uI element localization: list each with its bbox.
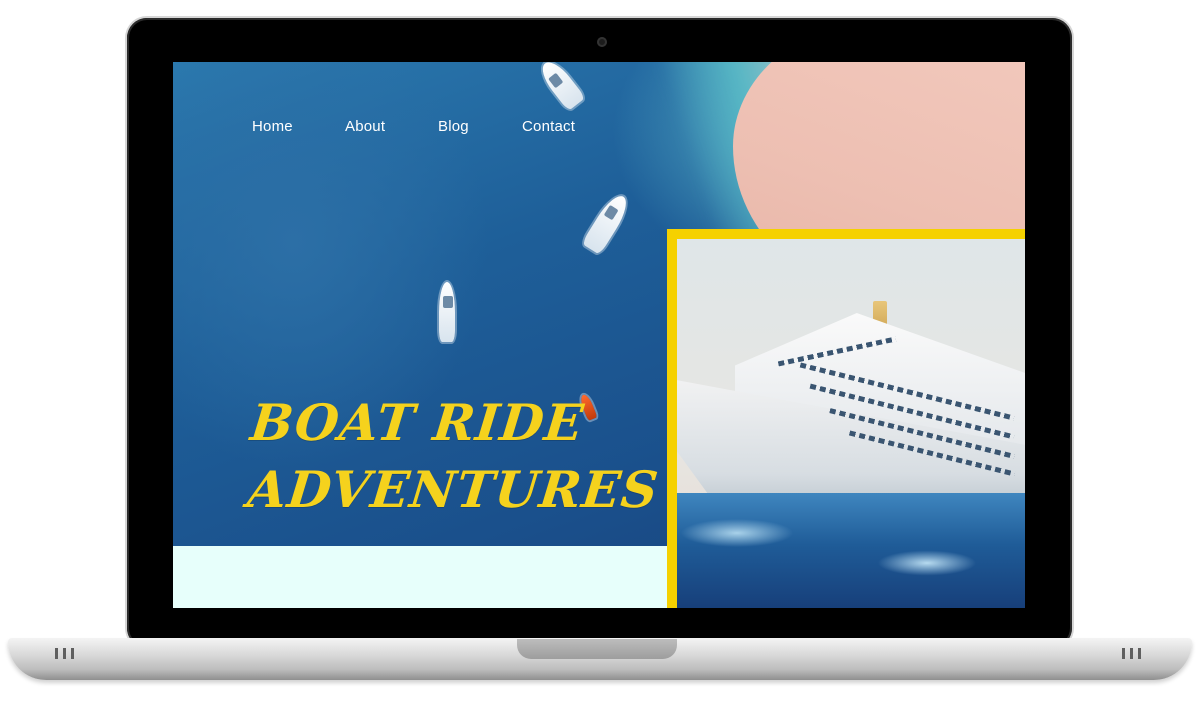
nav-home-link[interactable]: Home — [252, 118, 293, 135]
right-vent — [1122, 648, 1141, 659]
hero-title-line-2: ADVENTURES — [244, 460, 662, 519]
nav-about-link[interactable]: About — [345, 118, 385, 135]
left-vent — [55, 648, 74, 659]
camera-icon — [597, 37, 607, 47]
cruise-ship-image — [677, 239, 1025, 608]
light-content-panel — [173, 546, 668, 608]
hero-title-line-1: BOAT RIDE — [247, 393, 587, 452]
nav-contact-link[interactable]: Contact — [522, 118, 575, 135]
nav-blog-link[interactable]: Blog — [438, 118, 469, 135]
laptop-screen: Home About Blog Contact BOAT RIDE ADVENT… — [173, 62, 1025, 608]
boat-image — [439, 282, 455, 342]
laptop-notch — [517, 639, 677, 659]
sea-waves — [677, 493, 1025, 608]
